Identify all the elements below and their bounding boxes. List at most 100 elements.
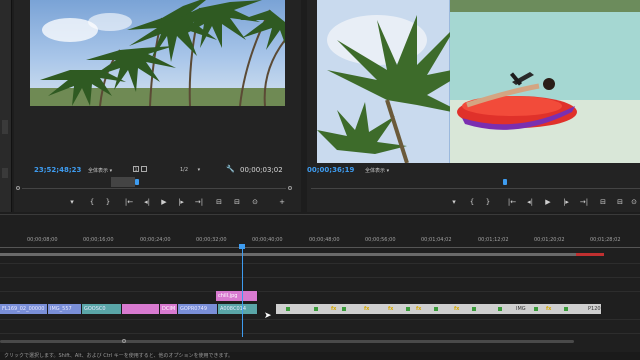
go-to-in-button[interactable]: |← — [124, 198, 134, 206]
clip-label: chill.jpg — [218, 293, 238, 299]
work-area-bar[interactable] — [0, 253, 576, 256]
ruler-label: 00;00;56;00 — [365, 237, 396, 243]
clip-label: P120 — [588, 306, 601, 312]
ruler-label: 00;00;24;00 — [140, 237, 171, 243]
fx-badge-icon: fx — [546, 306, 552, 312]
source-resolution-dropdown[interactable]: 1/2 ▾ — [180, 167, 200, 173]
panel-tab-marker — [2, 168, 8, 178]
ruler-baseline — [0, 247, 640, 248]
program-timecode[interactable]: 00;00;36;19 — [307, 166, 354, 174]
timeline-playhead-line — [242, 249, 243, 337]
track-divider — [0, 277, 640, 278]
timeline-clip[interactable]: FL169_02_00000 — [0, 304, 48, 314]
mark-out-button[interactable]: } — [103, 198, 113, 206]
go-to-in-button[interactable]: |← — [507, 198, 517, 206]
ruler-label: 00;00;08;00 — [27, 237, 58, 243]
clip-label: GOOSC0 — [84, 306, 106, 312]
scroll-handle[interactable] — [122, 339, 126, 343]
step-back-button[interactable]: ◂| — [525, 198, 535, 206]
resolution-label: 1/2 — [180, 167, 189, 173]
add-button-icon[interactable]: + — [277, 198, 287, 206]
source-timecode[interactable]: 23;52;48;23 — [34, 166, 81, 174]
clip-thumb-icon — [314, 307, 318, 311]
fx-badge-icon: fx — [331, 306, 337, 312]
clip-thumb-icon — [498, 307, 502, 311]
clip-thumb-icon — [434, 307, 438, 311]
step-forward-button[interactable]: |▸ — [176, 198, 186, 206]
clip-thumb-icon — [564, 307, 568, 311]
program-scrub-bar[interactable] — [311, 188, 640, 189]
project-panel-edge — [0, 0, 12, 212]
ruler-label: 00;01;28;02 — [590, 237, 621, 243]
ruler-label: 00;01;20;02 — [534, 237, 565, 243]
extract-button[interactable]: ⊟ — [615, 198, 625, 206]
ruler-label: 00;01;04;02 — [421, 237, 452, 243]
clip-thumb-icon — [342, 307, 346, 311]
source-scroll-start[interactable] — [16, 186, 20, 190]
source-scrub-bar[interactable] — [22, 188, 286, 189]
program-playhead[interactable] — [503, 179, 507, 185]
insert-button[interactable]: ⊟ — [214, 198, 224, 206]
source-monitor: 23;52;48;23 全体表示 ▾ 1 1/2 ▾ 🔧 00;00;03;02… — [14, 0, 301, 212]
timeline-ruler[interactable]: 00;00;08;00 00;00;16;00 00;00;24;00 00;0… — [0, 231, 640, 251]
source-fit-dropdown[interactable]: 全体表示 ▾ — [88, 167, 112, 174]
program-video-frame — [317, 0, 640, 163]
clip-label: DCIM — [162, 306, 176, 312]
clip-thumb-icon — [286, 307, 290, 311]
lift-button[interactable]: ⊟ — [598, 198, 608, 206]
palm-trees-image — [30, 0, 285, 106]
wrench-icon[interactable]: 🔧 — [226, 165, 235, 173]
timeline-clip[interactable]: GOOSC0 — [82, 304, 122, 314]
step-forward-button[interactable]: |▸ — [561, 198, 571, 206]
timeline-clip[interactable]: GOPR0749 — [178, 304, 218, 314]
clip-thumb-icon — [472, 307, 476, 311]
fit-label: 全体表示 — [88, 168, 109, 174]
clip-label: GOPR0749 — [180, 306, 208, 312]
mark-in-button[interactable]: { — [87, 198, 97, 206]
go-to-out-button[interactable]: →| — [194, 198, 204, 206]
program-monitor: 00;00;36;19 全体表示 ▾ ▾ { } |← ◂| ▶ |▸ →| ⊟… — [307, 0, 640, 212]
timeline-clip[interactable]: A008C014 — [218, 304, 258, 314]
ruler-label: 00;00;32;00 — [196, 237, 227, 243]
track-divider — [0, 263, 640, 264]
clip-label: IMG — [516, 306, 526, 312]
source-playhead[interactable] — [135, 179, 139, 185]
timeline-clip-group[interactable]: fx fx fx fx fx IMG fx P120 — [276, 304, 602, 314]
camera-icon[interactable]: ⊙ — [250, 198, 260, 206]
timeline-clip[interactable]: DCIM — [160, 304, 178, 314]
camera-icon[interactable]: ⊙ — [629, 198, 639, 206]
track-divider — [0, 291, 640, 292]
timeline-clip[interactable] — [122, 304, 160, 314]
source-scroll-end[interactable] — [288, 186, 292, 190]
source-zoom-bar[interactable] — [111, 177, 135, 187]
marker-icon[interactable]: ▾ — [67, 198, 77, 206]
overwrite-button[interactable]: ⊟ — [232, 198, 242, 206]
render-bar-red — [576, 253, 604, 256]
mark-in-button[interactable]: { — [467, 198, 477, 206]
panel-tab-marker — [2, 120, 8, 134]
step-back-button[interactable]: ◂| — [142, 198, 152, 206]
status-bar: クリックで選択します。Shift、Alt、および Ctrl キーを使用すると、他… — [0, 352, 640, 360]
track-divider — [0, 319, 640, 320]
program-fit-dropdown[interactable]: 全体表示 ▾ — [365, 167, 389, 174]
source-video-frame — [30, 0, 285, 106]
go-to-out-button[interactable]: →| — [579, 198, 589, 206]
fx-badge-icon: fx — [388, 306, 394, 312]
play-icon[interactable]: ▶ — [159, 198, 169, 206]
mouse-cursor-icon: ➤ — [264, 311, 272, 321]
timeline-clip[interactable]: IMG_557 — [48, 304, 82, 314]
mark-out-button[interactable]: } — [483, 198, 493, 206]
ruler-label: 00;01;12;02 — [478, 237, 509, 243]
fx-badge-icon: fx — [416, 306, 422, 312]
clip-label: IMG_557 — [50, 306, 72, 312]
play-icon[interactable]: ▶ — [543, 198, 553, 206]
marker-icon[interactable]: ▾ — [449, 198, 459, 206]
source-settings-icon[interactable]: 1 — [133, 166, 139, 172]
split-screen-image — [317, 0, 640, 163]
timeline-clip[interactable]: chill.jpg — [216, 291, 258, 301]
source-safe-icon[interactable] — [141, 166, 147, 172]
ruler-label: 00;00;40;00 — [252, 237, 283, 243]
timeline-panel: 00;00;08;00 00;00;16;00 00;00;24;00 00;0… — [0, 214, 640, 360]
track-divider — [0, 333, 640, 334]
timeline-scrollbar[interactable] — [0, 340, 574, 343]
